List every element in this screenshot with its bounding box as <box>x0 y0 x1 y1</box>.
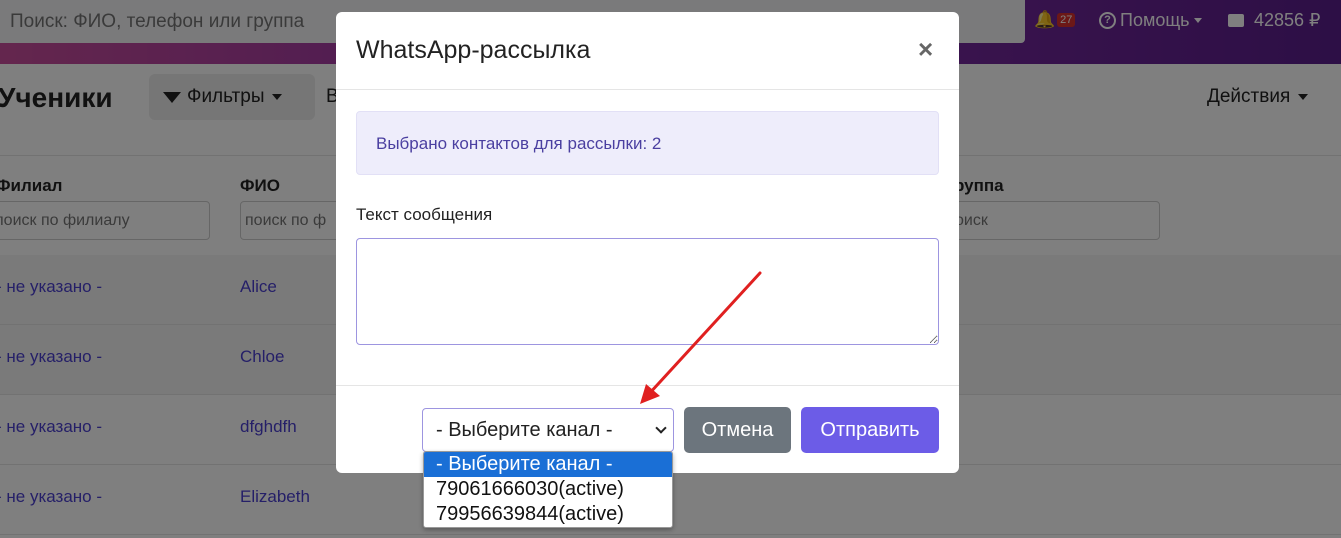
whatsapp-broadcast-modal: WhatsApp-рассылка × Выбрано контактов дл… <box>336 12 959 473</box>
channel-select-value: - Выберите канал - <box>436 418 613 441</box>
chevron-down-icon <box>655 422 667 434</box>
channel-option[interactable]: - Выберите канал - <box>424 452 672 477</box>
close-icon[interactable]: × <box>918 34 933 65</box>
cancel-button[interactable]: Отмена <box>684 407 791 453</box>
channel-option[interactable]: 79061666030(active) <box>424 477 672 502</box>
modal-title: WhatsApp-рассылка <box>356 36 591 64</box>
message-textarea[interactable] <box>356 238 939 345</box>
send-button[interactable]: Отправить <box>801 407 939 453</box>
channel-dropdown-list: - Выберите канал - 79061666030(active) 7… <box>423 451 673 528</box>
selected-contacts-alert: Выбрано контактов для рассылки: 2 <box>356 111 939 175</box>
channel-option[interactable]: 79956639844(active) <box>424 502 672 527</box>
modal-header: WhatsApp-рассылка × <box>336 12 959 90</box>
channel-select[interactable]: - Выберите канал - <box>422 408 674 452</box>
message-label: Текст сообщения <box>356 205 493 224</box>
